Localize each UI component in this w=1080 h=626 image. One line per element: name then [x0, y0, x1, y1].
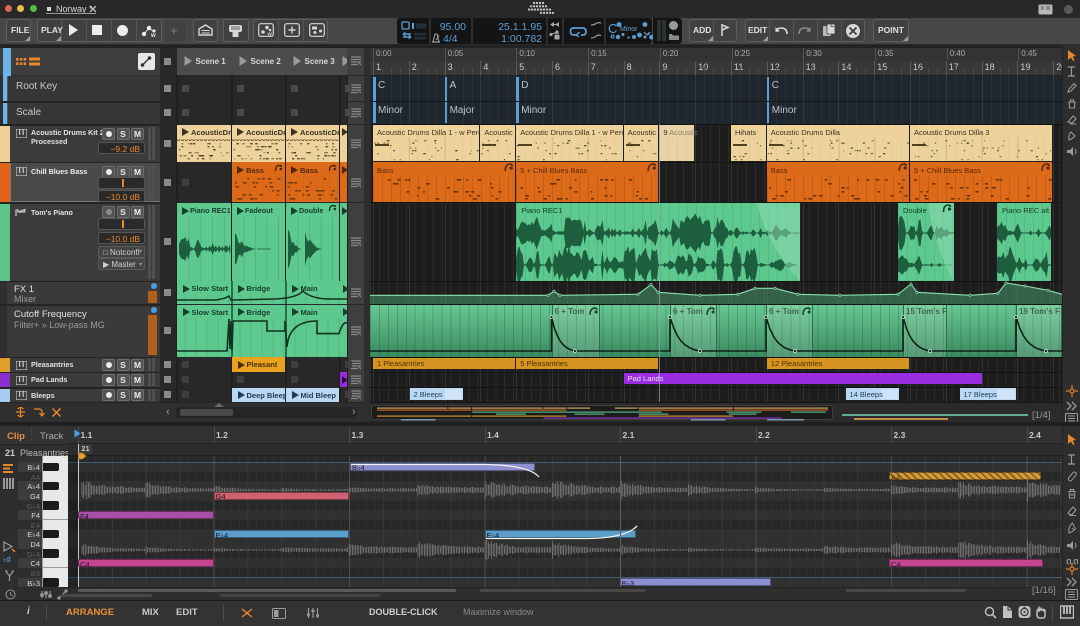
- svg-text:w: w: [150, 33, 156, 38]
- svg-text:w: w: [267, 32, 273, 38]
